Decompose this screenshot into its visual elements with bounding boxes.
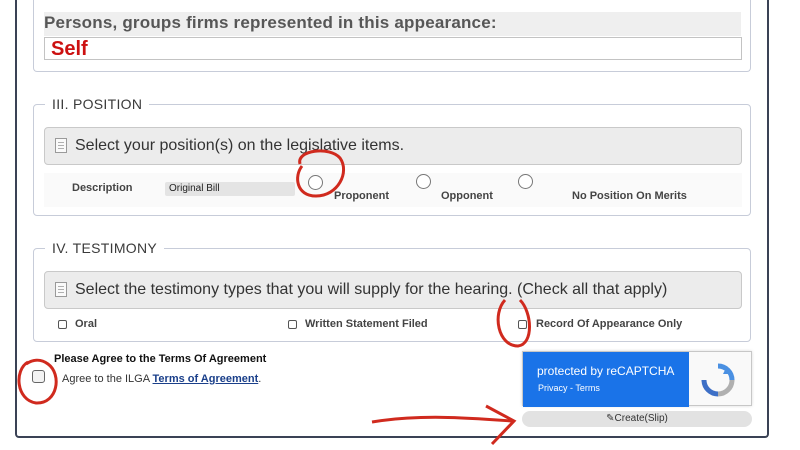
- recaptcha-logo-icon: [701, 363, 735, 397]
- record-of-appearance-label: Record Of Appearance Only: [536, 318, 683, 330]
- pencil-icon: ✎: [606, 413, 615, 424]
- document-icon: [55, 282, 67, 297]
- position-hint: Select your position(s) on the legislati…: [44, 127, 742, 165]
- testimony-section: IV. TESTIMONY Select the testimony types…: [33, 240, 751, 342]
- position-row: Description Original Bill Proponent Oppo…: [44, 173, 742, 207]
- no-position-label: No Position On Merits: [572, 190, 687, 202]
- recaptcha-terms-link[interactable]: Terms: [575, 383, 600, 393]
- description-label: Description: [72, 182, 133, 194]
- proponent-label: Proponent: [334, 190, 389, 202]
- written-statement-label: Written Statement Filed: [305, 318, 428, 330]
- recaptcha-title: protected by reCAPTCHA: [537, 364, 675, 378]
- create-slip-label: Create(Slip): [614, 413, 668, 424]
- oral-label: Oral: [75, 318, 98, 330]
- agreement-text-suffix: .: [258, 373, 262, 385]
- recaptcha-panel: protected by reCAPTCHA Privacy - Terms: [523, 352, 689, 407]
- agreement-title: Please Agree to the Terms Of Agreement: [54, 353, 267, 365]
- written-statement-checkbox[interactable]: [288, 320, 297, 329]
- position-section: III. POSITION Select your position(s) on…: [33, 96, 751, 216]
- recaptcha-widget[interactable]: protected by reCAPTCHA Privacy - Terms: [522, 351, 752, 407]
- position-legend: III. POSITION: [45, 96, 150, 112]
- agreement-text: Agree to the ILGA Terms of Agreement.: [62, 373, 261, 385]
- opponent-radio[interactable]: [416, 174, 431, 189]
- persons-label: Persons, groups firms represented in thi…: [44, 12, 741, 36]
- testimony-hint: Select the testimony types that you will…: [44, 271, 742, 309]
- create-slip-button[interactable]: ✎Create(Slip): [522, 411, 752, 427]
- position-hint-text: Select your position(s) on the legislati…: [75, 137, 405, 154]
- record-of-appearance-checkbox[interactable]: [518, 320, 527, 329]
- opponent-label: Opponent: [441, 190, 493, 202]
- oral-checkbox[interactable]: [58, 320, 67, 329]
- proponent-radio[interactable]: [308, 175, 323, 190]
- persons-input[interactable]: Self: [44, 37, 742, 60]
- bill-select[interactable]: Original Bill: [165, 182, 295, 196]
- no-position-radio[interactable]: [518, 174, 533, 189]
- agreement-text-prefix: Agree to the ILGA: [62, 373, 153, 385]
- agreement-checkbox[interactable]: [32, 370, 45, 383]
- document-icon: [55, 138, 67, 153]
- recaptcha-privacy-link[interactable]: Privacy: [538, 383, 568, 393]
- recaptcha-links: Privacy - Terms: [538, 383, 600, 393]
- terms-of-agreement-link[interactable]: Terms of Agreement: [153, 373, 259, 385]
- testimony-hint-text: Select the testimony types that you will…: [75, 281, 668, 298]
- persons-section: Persons, groups firms represented in thi…: [33, 0, 751, 72]
- testimony-legend: IV. TESTIMONY: [45, 240, 165, 256]
